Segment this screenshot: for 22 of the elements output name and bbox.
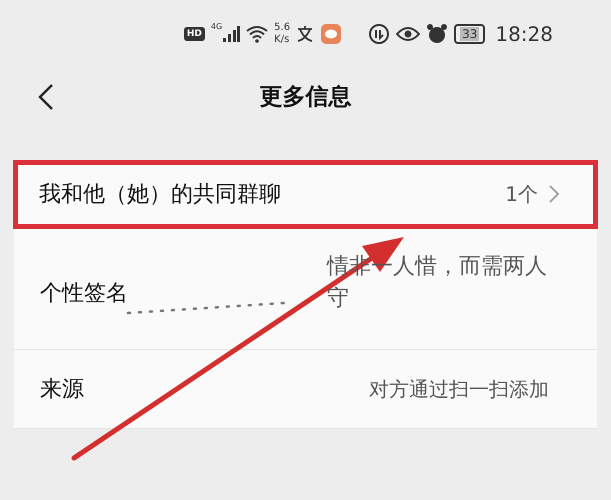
signal-icon xyxy=(222,26,240,42)
row-value: 对方通过扫一扫添加 xyxy=(369,376,549,402)
back-icon xyxy=(38,84,54,110)
speed-value: 5.6 xyxy=(274,22,290,34)
speed-unit: K/s xyxy=(274,34,290,46)
chat-app-icon xyxy=(320,23,342,45)
battery-level: 33 xyxy=(460,27,480,41)
row-value: 1个 xyxy=(505,180,538,208)
wifi-icon xyxy=(246,25,268,43)
alarm-icon xyxy=(426,23,448,45)
eye-icon xyxy=(396,25,420,43)
network-type: 4G xyxy=(210,22,222,31)
row-label: 来源 xyxy=(40,376,85,404)
translate-icon xyxy=(296,25,314,43)
row-label: 个性签名 xyxy=(40,280,129,308)
page-title: 更多信息 xyxy=(260,82,352,112)
nfc-icon xyxy=(368,23,390,45)
row-label: 我和他（她）的共同群聊 xyxy=(39,181,282,209)
hd-indicator: HD xyxy=(184,27,205,41)
chevron-right-icon xyxy=(548,184,560,204)
clock-time: 18:28 xyxy=(495,22,553,46)
info-row-link[interactable]: 我和他（她）的共同群聊 1个 xyxy=(13,160,598,229)
